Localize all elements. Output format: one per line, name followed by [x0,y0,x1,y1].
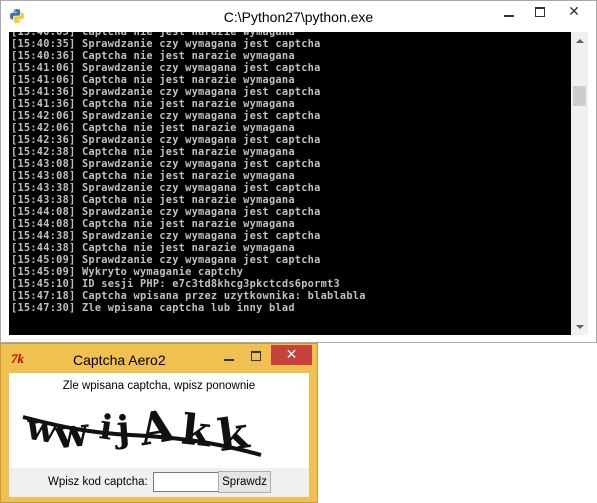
scroll-down-button[interactable] [571,318,588,335]
captcha-input[interactable] [153,472,220,492]
minimize-icon [224,359,234,361]
console-line: [15:45:09] Wykryto wymaganie captchy [11,266,244,278]
maximize-icon [535,7,545,17]
console-titlebar[interactable]: C:\Python27\python.exe ✕ [1,1,596,32]
console-line: [15:40:36] Captcha nie jest narazie wyma… [11,50,295,62]
console-line: [15:43:38] Captcha nie jest narazie wyma… [11,194,295,206]
close-icon: ✕ [285,347,298,363]
check-button[interactable]: Sprawdz [218,471,271,493]
scroll-up-arrow-icon [575,38,584,43]
console-line: [15:47:18] Captcha wpisana przez uzytkow… [11,290,366,302]
console-line: [15:42:06] Captcha nie jest narazie wyma… [11,122,295,134]
console-line: [15:42:36] Sprawdzanie czy wymagana jest… [11,134,321,146]
close-icon: ✕ [568,4,580,20]
console-line: [15:44:08] Captcha nie jest narazie wyma… [11,218,295,230]
maximize-button[interactable] [243,346,269,366]
captcha-glyph: A [134,400,178,456]
close-button[interactable]: ✕ [557,2,591,22]
captcha-form: Wpisz kod captcha: Sprawdz [9,468,309,497]
console-line: [15:42:38] Captcha nie jest narazie wyma… [11,146,295,158]
captcha-glyph: w [51,408,93,459]
console-lines: [15:40:05] Captcha nie jest narazie wyma… [11,32,366,314]
python-icon [10,9,24,23]
console-line: [15:45:10] ID sesji PHP: e7c3td8khcg3pkc… [11,278,340,290]
console-line: [15:43:38] Sprawdzanie czy wymagana jest… [11,182,321,194]
scroll-thumb[interactable] [573,86,586,106]
console-line: [15:45:09] Sprawdzanie czy wymagana jest… [11,254,321,266]
console-line: [15:41:36] Captcha nie jest narazie wyma… [11,98,295,110]
captcha-body: Zle wpisana captcha, wpisz ponownie w w … [9,373,309,497]
scroll-up-button[interactable] [571,32,588,49]
window-title: Captcha Aero2 [73,352,166,368]
maximize-icon [251,351,261,361]
console-line: [15:41:06] Captcha nie jest narazie wyma… [11,74,295,86]
maximize-button[interactable] [526,2,554,22]
console-line: [15:47:30] Zle wpisana captcha lub inny … [11,302,295,314]
tk-icon: 7k [11,351,24,366]
captcha-glyph: j [112,408,131,451]
console-line: [15:41:06] Sprawdzanie czy wymagana jest… [11,62,321,74]
captcha-image: w w i j A k k [22,400,262,462]
captcha-glyph: i [97,407,115,448]
console-line: [15:44:38] Captcha nie jest narazie wyma… [11,242,295,254]
minimize-button[interactable] [495,2,523,22]
console-line: [15:41:36] Sprawdzanie czy wymagana jest… [11,86,321,98]
captcha-glyph: k [215,407,254,462]
console-line: [15:43:08] Captcha nie jest narazie wyma… [11,170,295,182]
console-window: C:\Python27\python.exe ✕ [15:40:05] Capt… [0,0,597,343]
console-line: [15:40:35] Sprawdzanie czy wymagana jest… [11,38,321,50]
captcha-titlebar[interactable]: 7k Captcha Aero2 ✕ [1,344,317,373]
scroll-down-arrow-icon [575,324,584,329]
captcha-input-label: Wpisz kod captcha: [48,476,148,488]
captcha-window: 7k Captcha Aero2 ✕ Zle wpisana captcha, … [0,343,318,503]
console-output[interactable]: [15:40:05] Captcha nie jest narazie wyma… [9,32,571,335]
console-line: [15:43:08] Sprawdzanie czy wymagana jest… [11,158,321,170]
close-button[interactable]: ✕ [271,345,312,365]
console-line: [15:42:06] Sprawdzanie czy wymagana jest… [11,110,321,122]
minimize-icon [504,15,514,17]
console-line: [15:44:08] Sprawdzanie czy wymagana jest… [11,206,321,218]
console-line: [15:44:38] Sprawdzanie czy wymagana jest… [11,230,321,242]
error-message: Zle wpisana captcha, wpisz ponownie [62,380,256,392]
minimize-button[interactable] [216,346,242,366]
captcha-glyph: k [179,405,214,457]
vertical-scrollbar[interactable] [571,32,588,335]
